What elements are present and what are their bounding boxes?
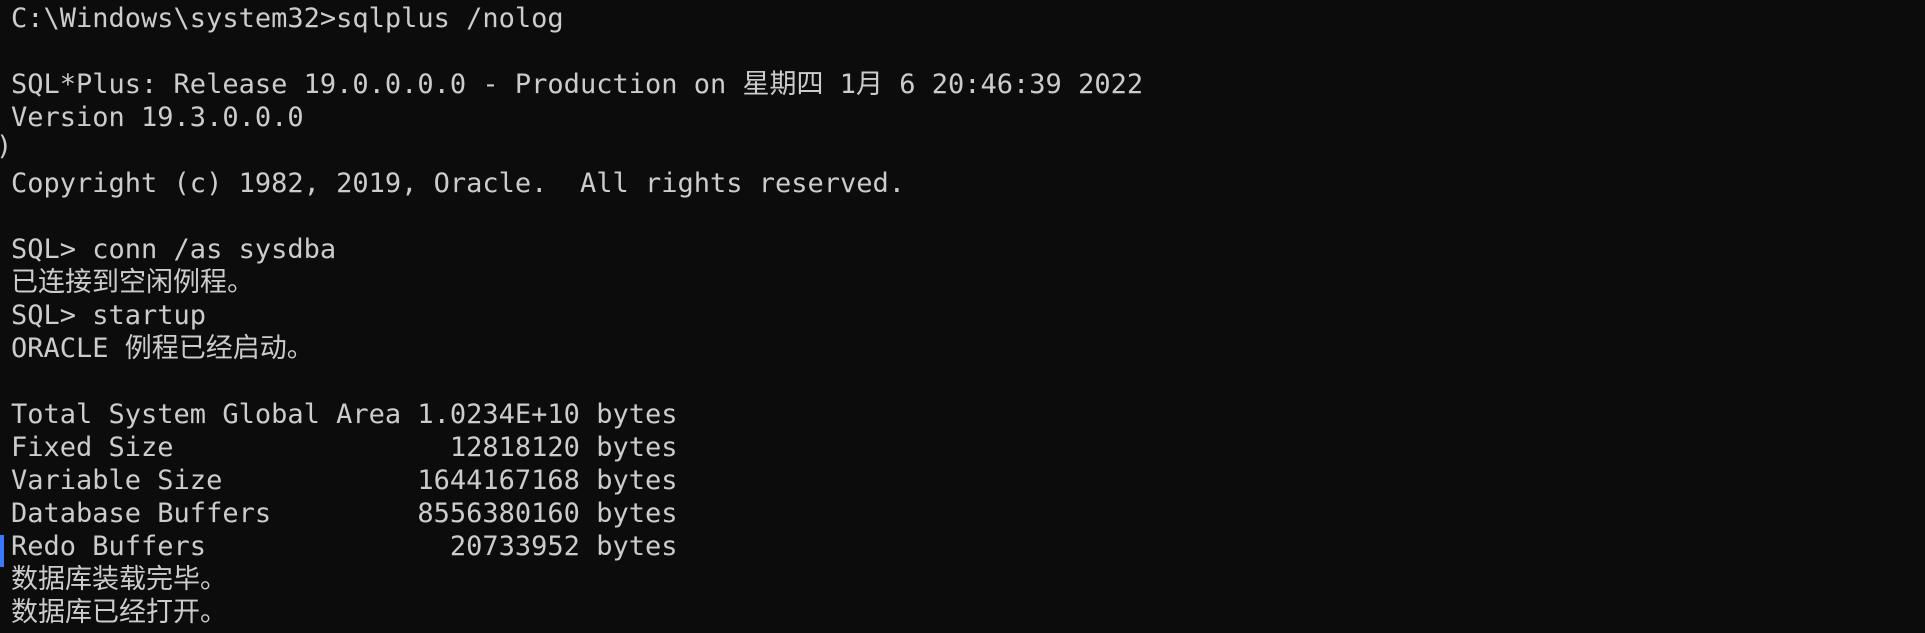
console-line-database-mounted: 数据库装载完毕。 [11, 564, 227, 595]
console-line-copyright: Copyright (c) 1982, 2019, Oracle. All ri… [11, 168, 906, 199]
console-line-variable-size: Variable Size 1644167168 bytes [11, 465, 678, 496]
console-line-release: SQL*Plus: Release 19.0.0.0.0 - Productio… [11, 69, 1144, 100]
console-line-database-buffers: Database Buffers 8556380160 bytes [11, 498, 678, 529]
console-line-command-sqlplus: C:\Windows\system32>sqlplus /nolog [11, 3, 564, 34]
console-line-instance-started: ORACLE 例程已经启动。 [11, 333, 314, 364]
console-output: C:\Windows\system32>sqlplus /nolog SQL*P… [11, 2, 1925, 629]
console-line-command-conn: SQL> conn /as sysdba [11, 234, 337, 265]
console-line-version: Version 19.3.0.0.0 [11, 102, 304, 133]
command-prompt-window[interactable]: ) C:\Windows\system32>sqlplus /nolog SQL… [0, 0, 1925, 633]
selection-edge-marker [0, 535, 4, 567]
console-line-fixed-size: Fixed Size 12818120 bytes [11, 432, 678, 463]
console-line-redo-buffers: Redo Buffers 20733952 bytes [11, 531, 678, 562]
console-line-connected-idle: 已连接到空闲例程。 [11, 267, 254, 298]
console-line-database-opened: 数据库已经打开。 [11, 597, 227, 628]
console-line-command-startup: SQL> startup [11, 300, 207, 331]
console-line-sga-total: Total System Global Area 1.0234E+10 byte… [11, 399, 678, 430]
